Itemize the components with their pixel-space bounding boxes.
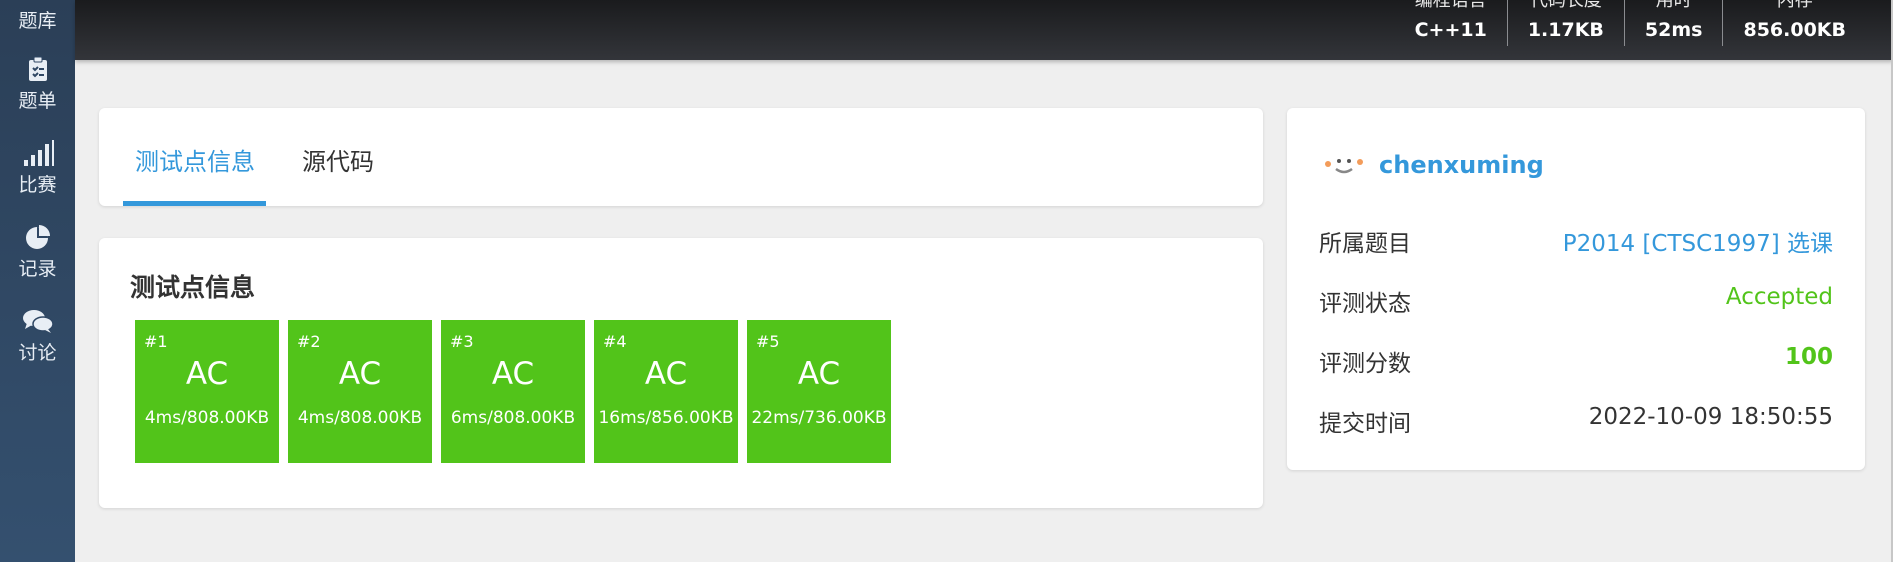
sidebar-item-problems[interactable]: 题库 [0, 6, 75, 33]
info-label: 提交时间 [1319, 411, 1411, 437]
pie-chart-icon [25, 225, 50, 249]
info-row-score: 评测分数 100 [1319, 344, 1833, 378]
test-case-id: #1 [144, 332, 168, 351]
sidebar: 题库 题单 比赛 记录 讨论 [0, 0, 75, 562]
sidebar-item-label: 讨论 [18, 342, 57, 364]
tabs-card: 测试点信息 源代码 [99, 108, 1263, 206]
sidebar-item-label: 记录 [18, 258, 57, 280]
stat-value: C++11 [1414, 19, 1487, 41]
test-cases-card: 测试点信息 #1 AC 4ms/808.00KB #2 AC 4ms/808.0… [99, 238, 1263, 508]
submission-info-card: chenxuming 所属题目 P2014 [CTSC1997] 选课 评测状态… [1287, 108, 1865, 470]
stat-label: 编程语言 [1414, 0, 1487, 11]
test-case[interactable]: #2 AC 4ms/808.00KB [288, 320, 432, 463]
sidebar-item-label: 题库 [18, 10, 57, 32]
tab-test-info[interactable]: 测试点信息 [135, 142, 255, 177]
user-avatar-icon [1325, 159, 1363, 174]
stat-time: 用时 52ms [1623, 0, 1723, 46]
test-case-id: #2 [297, 332, 321, 351]
test-case[interactable]: #1 AC 4ms/808.00KB [135, 320, 279, 463]
test-case-detail: 6ms/808.00KB [450, 408, 576, 428]
test-case-id: #4 [603, 332, 627, 351]
stat-label: 用时 [1655, 0, 1692, 11]
top-bar: 编程语言 C++11 代码长度 1.17KB 用时 52ms 内存 856.00… [75, 0, 1893, 60]
test-case-list: #1 AC 4ms/808.00KB #2 AC 4ms/808.00KB #3… [135, 320, 891, 463]
sidebar-item-label: 比赛 [18, 174, 57, 196]
info-row-problem: 所属题目 P2014 [CTSC1997] 选课 [1319, 224, 1833, 258]
stat-value: 856.00KB [1743, 19, 1846, 41]
test-case-status: AC [338, 356, 382, 392]
stat-label: 内存 [1776, 0, 1813, 11]
username-link[interactable]: chenxuming [1379, 151, 1544, 179]
info-row-submit-time: 提交时间 2022-10-09 18:50:55 [1319, 404, 1833, 438]
info-label: 评测状态 [1319, 291, 1411, 317]
sidebar-item-label: 题单 [18, 90, 57, 112]
test-case-id: #3 [450, 332, 474, 351]
stat-value: 52ms [1644, 19, 1703, 41]
test-case-id: #5 [756, 332, 780, 351]
test-case[interactable]: #5 AC 22ms/736.00KB [747, 320, 891, 463]
test-case-detail: 22ms/736.00KB [751, 408, 887, 428]
status-value: Accepted [1725, 284, 1833, 310]
test-case-status: AC [491, 356, 535, 392]
test-case-status: AC [185, 356, 229, 392]
sidebar-item-contests[interactable]: 比赛 [0, 140, 75, 197]
stat-label: 代码长度 [1529, 0, 1602, 11]
sidebar-item-records[interactable]: 记录 [0, 224, 75, 281]
stat-language: 编程语言 C++11 [1395, 0, 1507, 46]
info-label: 评测分数 [1319, 351, 1411, 377]
test-case[interactable]: #4 AC 16ms/856.00KB [594, 320, 738, 463]
stat-memory: 内存 856.00KB [1722, 0, 1866, 46]
test-case[interactable]: #3 AC 6ms/808.00KB [441, 320, 585, 463]
info-row-status: 评测状态 Accepted [1319, 284, 1833, 318]
problem-link[interactable]: P2014 [CTSC1997] 选课 [1563, 224, 1833, 258]
stat-value: 1.17KB [1527, 19, 1604, 41]
clipboard-icon [28, 56, 47, 81]
bar-chart-icon [23, 140, 54, 166]
submit-time-value: 2022-10-09 18:50:55 [1588, 404, 1833, 430]
info-label: 所属题目 [1319, 231, 1411, 257]
score-value: 100 [1784, 344, 1833, 370]
test-case-detail: 4ms/808.00KB [297, 408, 423, 428]
chat-icon [22, 310, 54, 333]
active-tab-indicator [123, 201, 266, 206]
submission-stats: 编程语言 C++11 代码长度 1.17KB 用时 52ms 内存 856.00… [1395, 0, 1866, 46]
test-case-detail: 4ms/808.00KB [144, 408, 270, 428]
sidebar-item-discuss[interactable]: 讨论 [0, 308, 75, 365]
stat-code-length: 代码长度 1.17KB [1506, 0, 1624, 46]
test-cases-title: 测试点信息 [130, 273, 256, 302]
test-case-status: AC [797, 356, 841, 392]
test-case-status: AC [644, 356, 688, 392]
sidebar-item-lists[interactable]: 题单 [0, 56, 75, 113]
tab-source-code[interactable]: 源代码 [302, 142, 374, 177]
test-case-detail: 16ms/856.00KB [598, 408, 734, 428]
